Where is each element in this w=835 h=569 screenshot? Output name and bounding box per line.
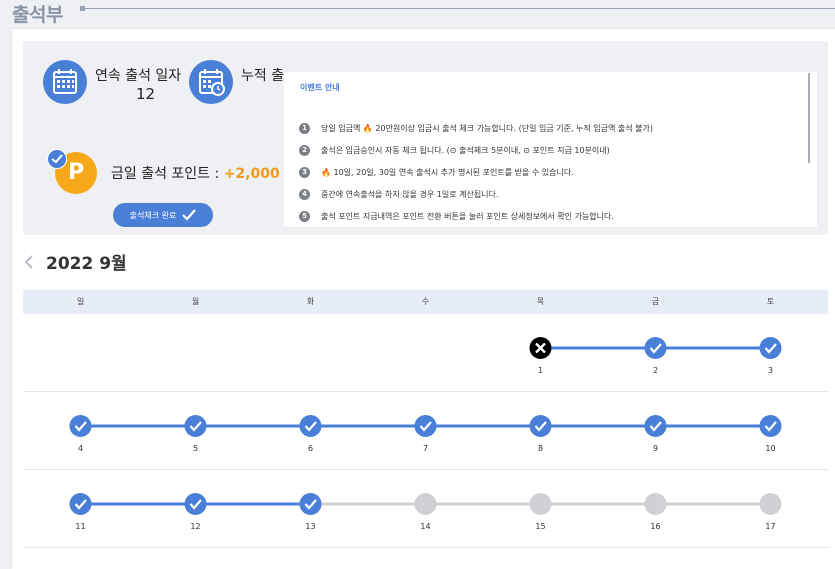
check-icon: [184, 493, 207, 515]
title-divider-dot: [80, 6, 85, 11]
day-label: 9: [652, 444, 659, 453]
day-label: 5: [192, 444, 199, 453]
day-label: 11: [75, 522, 86, 531]
attendance-track: [69, 337, 782, 515]
attendance-card: 연속 출석 일자 12 누적 출 P 금일 출석 포인트 : +2,000 P …: [12, 29, 835, 569]
check-icon: [69, 415, 92, 437]
check-icon: [299, 493, 322, 515]
x-icon: [529, 337, 552, 359]
check-icon: [759, 337, 782, 359]
check-icon: [184, 415, 207, 437]
day-label: 12: [190, 522, 201, 531]
day-label: 10: [765, 444, 776, 453]
day-marker: [759, 493, 782, 515]
day-label: 14: [420, 522, 431, 531]
day-marker: [414, 493, 437, 515]
day-label: 15: [535, 522, 546, 531]
page-title: 출석부: [12, 4, 63, 26]
check-icon: [414, 415, 437, 437]
check-icon: [299, 415, 322, 437]
check-icon: [529, 415, 552, 437]
day-label: 4: [77, 444, 84, 453]
day-marker: [529, 493, 552, 515]
day-marker: [644, 493, 667, 515]
day-label: 8: [537, 444, 544, 453]
day-label: 3: [767, 366, 774, 375]
day-label: 13: [305, 522, 316, 531]
day-label: 6: [307, 444, 314, 453]
check-icon: [69, 493, 92, 515]
check-icon: [644, 337, 667, 359]
day-label: 17: [765, 522, 776, 531]
day-label: 1: [537, 366, 544, 375]
day-label: 7: [422, 444, 429, 453]
check-icon: [644, 415, 667, 437]
check-icon: [759, 415, 782, 437]
title-divider: [80, 8, 835, 9]
day-label: 2: [652, 366, 659, 375]
day-label: 16: [650, 522, 661, 531]
